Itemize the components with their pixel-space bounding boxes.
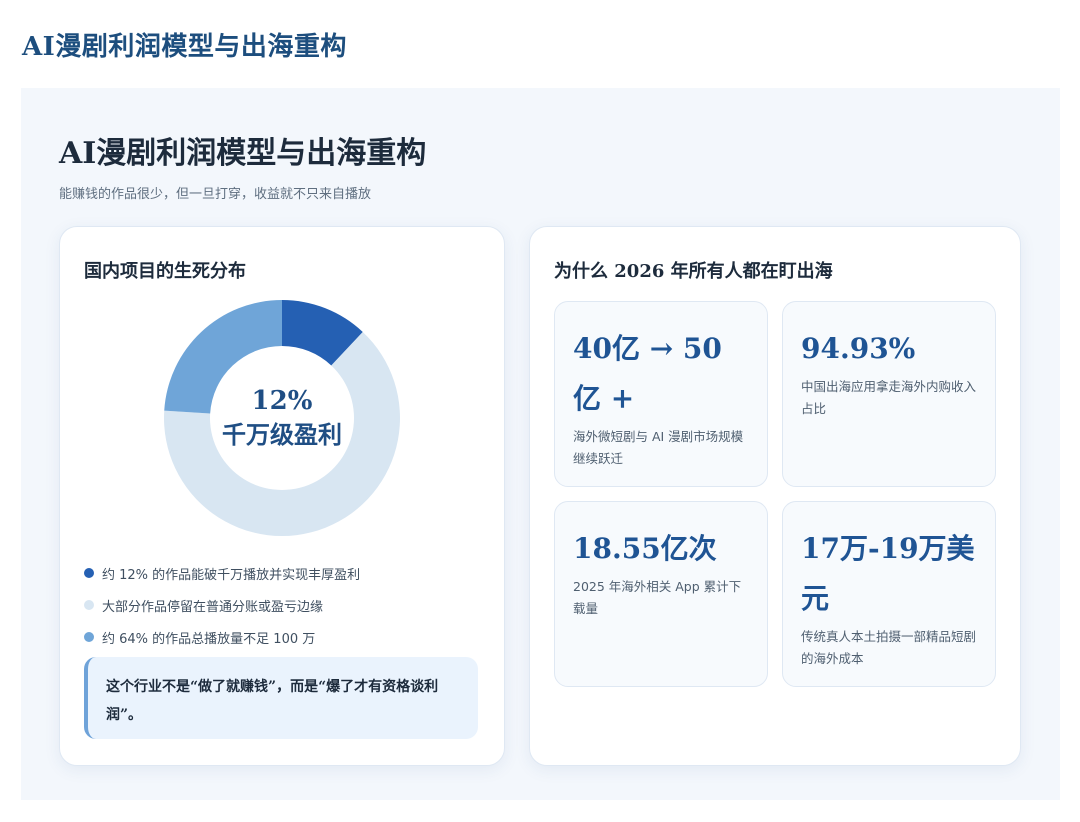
slide-subtitle: 能赚钱的作品很少，但一旦打穿，收益就不只来自播放 <box>59 187 372 202</box>
stat-card-market-size: 40亿 → 50亿 + 海外微短剧与 AI 漫剧市场规模继续跃迁 <box>554 301 768 487</box>
overseas-reasons-title: 为什么 2026 年所有人都在盯出海 <box>554 261 833 282</box>
donut-chart: 12% 千万级盈利 <box>163 300 400 536</box>
stat-desc: 海外微短剧与 AI 漫剧市场规模继续跃迁 <box>573 429 744 466</box>
donut-center-value: 12% <box>251 386 313 416</box>
overseas-reasons-card: 为什么 2026 年所有人都在盯出海 40亿 → 50亿 + 海外微短剧与 AI… <box>529 226 1021 766</box>
callout-quote: 这个行业不是“做了就赚钱”，而是“爆了才有资格谈利润”。 <box>84 657 478 739</box>
stat-card-downloads: 18.55亿次 2025 年海外相关 App 累计下载量 <box>554 501 768 687</box>
stat-desc: 中国出海应用拿走海外内购收入占比 <box>801 379 977 416</box>
legend-dot <box>84 632 94 642</box>
stat-desc: 2025 年海外相关 App 累计下载量 <box>573 579 742 616</box>
stat-value: 18.55亿次 <box>573 532 717 565</box>
domestic-distribution-card: 国内项目的生死分布 12% 千万级盈利 约 12% 的作品能破千万播放并实现丰厚… <box>59 226 505 766</box>
page-title: AI漫剧利润模型与出海重构 <box>22 32 347 62</box>
domestic-distribution-title: 国内项目的生死分布 <box>84 261 246 282</box>
donut-legend: 约 12% 的作品能破千万播放并实现丰厚盈利 大部分作品停留在普通分账或盈亏边缘… <box>84 557 484 653</box>
slide: AI漫剧利润模型与出海重构 能赚钱的作品很少，但一旦打穿，收益就不只来自播放 国… <box>21 88 1060 800</box>
legend-item-marginal: 大部分作品停留在普通分账或盈亏边缘 <box>84 589 484 621</box>
stat-card-iap-share: 94.93% 中国出海应用拿走海外内购收入占比 <box>782 301 996 487</box>
stat-card-production-cost: 17万-19万美元 传统真人本土拍摄一部精品短剧的海外成本 <box>782 501 996 687</box>
legend-label: 大部分作品停留在普通分账或盈亏边缘 <box>102 599 324 615</box>
stat-desc: 传统真人本土拍摄一部精品短剧的海外成本 <box>801 629 977 666</box>
legend-item-profitable: 约 12% 的作品能破千万播放并实现丰厚盈利 <box>84 557 484 589</box>
stat-value: 40亿 → 50亿 + <box>573 332 722 415</box>
slide-title: AI漫剧利润模型与出海重构 <box>59 136 427 171</box>
legend-item-low-views: 约 64% 的作品总播放量不足 100 万 <box>84 621 484 653</box>
legend-label: 约 64% 的作品总播放量不足 100 万 <box>102 631 316 647</box>
stat-value: 17万-19万美元 <box>801 532 975 615</box>
legend-dot <box>84 568 94 578</box>
stat-value: 94.93% <box>801 332 916 365</box>
legend-dot <box>84 600 94 610</box>
legend-label: 约 12% 的作品能破千万播放并实现丰厚盈利 <box>102 567 361 583</box>
donut-center: 12% 千万级盈利 <box>164 300 400 536</box>
donut-center-label: 千万级盈利 <box>222 420 342 449</box>
